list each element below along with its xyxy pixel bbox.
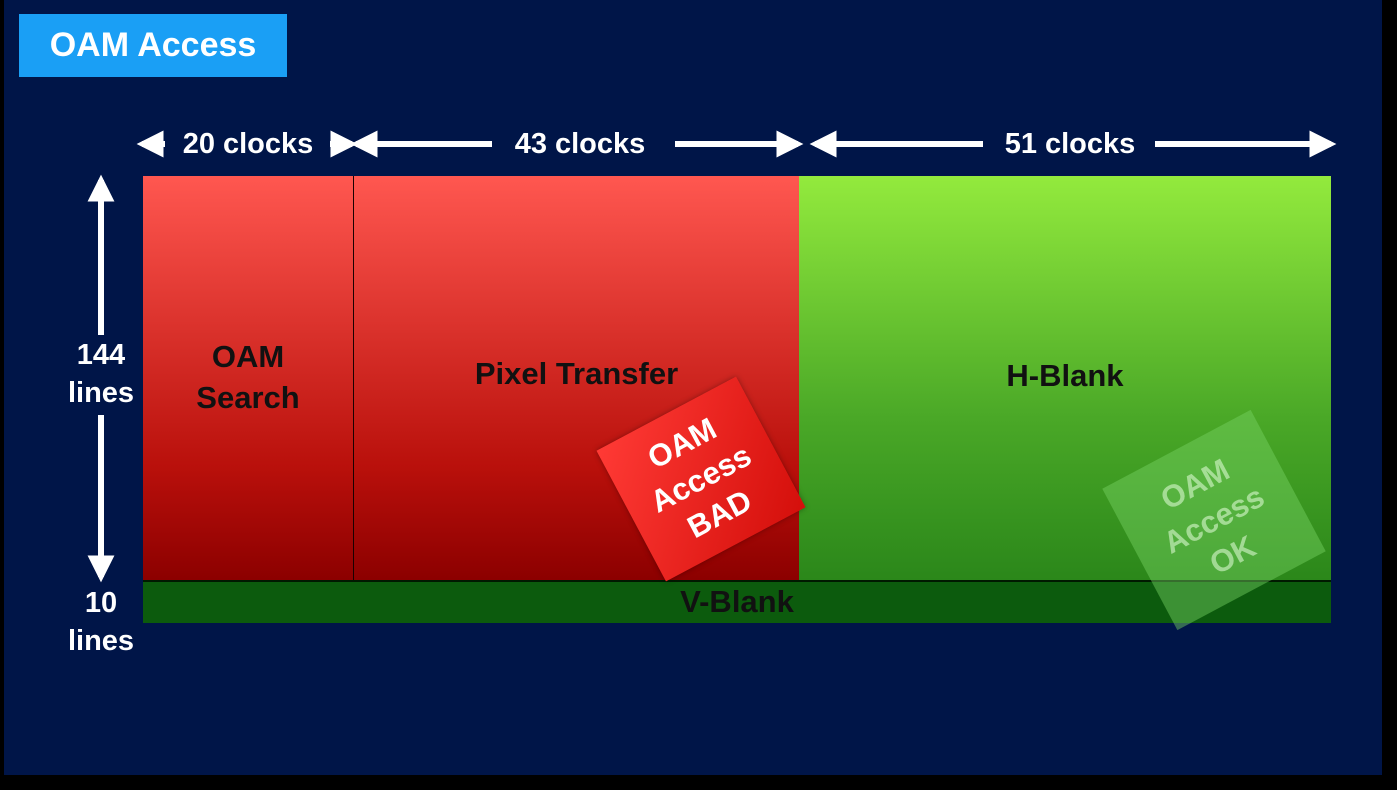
mode-v-blank: V-Blank: [143, 580, 1331, 623]
oam-search-label-line1: OAM: [211, 339, 285, 375]
lines-label-vblank: 10 lines: [60, 584, 142, 661]
oam-search-label-line2: Search: [196, 380, 300, 415]
lines-label-visible: 144 lines: [60, 336, 142, 413]
h-blank-label: H-Blank: [1006, 358, 1124, 393]
mode-oam-search: OAM Search: [143, 176, 353, 580]
visible-lines-unit: lines: [67, 377, 135, 410]
clock-label-oam-search: 20 clocks: [182, 128, 314, 160]
vblank-lines-count: 10: [84, 587, 118, 619]
clock-label-h-blank: 51 clocks: [1004, 128, 1136, 160]
visible-lines-count: 144: [76, 339, 126, 371]
vblank-lines-unit: lines: [67, 625, 135, 658]
v-blank-label: V-Blank: [680, 584, 794, 620]
clock-label-pixel-transfer: 43 clocks: [514, 128, 646, 160]
